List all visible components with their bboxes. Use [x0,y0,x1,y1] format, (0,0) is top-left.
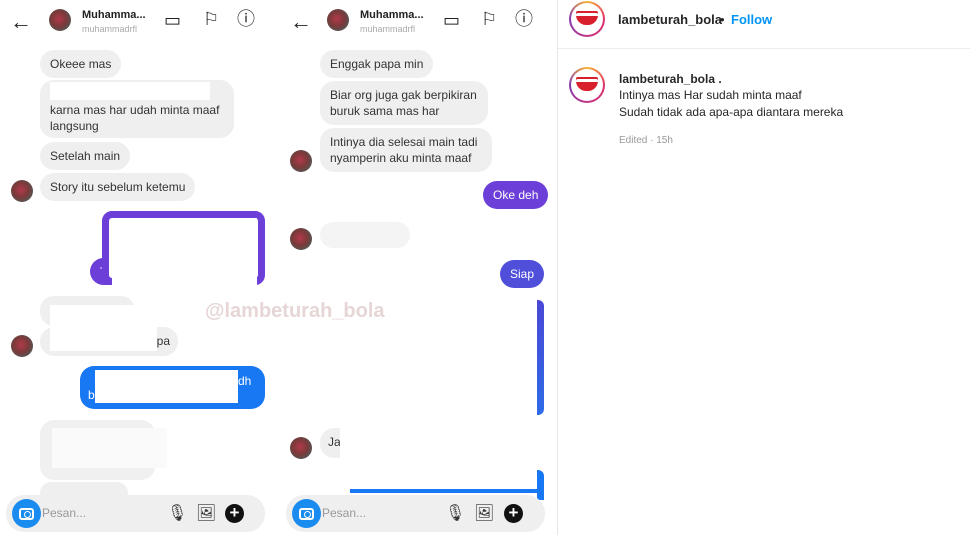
message-bubble: Ja [320,428,340,458]
message-text: pa [156,334,170,348]
comment-meta: Edited · 15h [619,135,673,146]
flag-icon[interactable]: ⚐ [203,9,219,29]
redaction [50,82,210,100]
info-icon[interactable]: ⓘ [237,9,255,29]
follow-button[interactable]: Follow [731,12,772,27]
message-bubble-sent: Siap [500,260,545,288]
plus-icon[interactable]: + [504,504,523,523]
message-bubble: Story itu sebelum ketemu [40,173,196,201]
microphone-icon[interactable]: 🎙 [167,503,187,523]
watermark: @lambeturah_bola [205,300,385,322]
chat-username: muhammadrfl [360,24,416,34]
chat-username: muhammadrfl [82,24,138,34]
chat-screen-left: ← Muhamma... muhammadrfl ▭ ⚐ ⓘ Okeee mas… [0,0,278,535]
gallery-icon[interactable]: 🖼 [474,503,494,523]
comment-username[interactable]: lambeturah_bola . [619,72,722,86]
message-bubble: Setelah main [40,142,131,170]
message-bubble: Enggak papa min [320,50,434,78]
avatar[interactable] [327,9,349,31]
video-call-icon[interactable]: ▭ [443,10,460,30]
separator-dot: • [720,12,725,27]
message-input-bar[interactable]: Pesan... 🎙 🖼 + [286,495,545,532]
message-bubble: Biar org juga gak berpikiran buruk sama … [320,81,488,125]
message-bubble: Okeee mas [40,50,122,78]
back-arrow-icon[interactable]: ← [290,9,312,35]
message-text: dh [238,374,252,388]
profile-avatar[interactable] [569,1,605,37]
comment-avatar[interactable] [569,67,605,103]
redaction [50,305,157,351]
message-input[interactable]: Pesan... [42,506,86,520]
message-bubble-sent-edge [537,470,544,500]
flag-icon[interactable]: ⚐ [481,9,497,29]
redaction [52,428,167,468]
post-header: lambeturah_bola • Follow [558,0,970,49]
avatar[interactable] [49,9,71,31]
plus-icon[interactable]: + [225,504,244,523]
message-bubble: Intinya dia selesai main tadi nyamperin … [320,128,492,172]
comment-line: Sudah tidak ada apa-apa diantara mereka [619,105,844,119]
avatar [11,335,33,357]
avatar [290,228,312,250]
post-username[interactable]: lambeturah_bola [618,12,722,27]
back-arrow-icon[interactable]: ← [10,9,32,35]
message-input-bar[interactable]: Pesan... 🎙 🖼 + [6,495,265,532]
video-call-icon[interactable]: ▭ [164,10,181,30]
message-text: karna mas har udah minta maaf langsung [50,103,220,133]
message-bubble-sent: Oke deh [483,181,549,209]
message-input[interactable]: Pesan... [322,506,366,520]
camera-icon[interactable] [12,499,41,528]
message-bubble-sent-edge [537,300,544,415]
post-panel: lambeturah_bola • Follow lambeturah_bola… [557,0,970,535]
message-text: b [88,388,95,402]
message-bubble [320,222,410,248]
chat-name: Muhamma... [82,9,146,21]
chat-name: Muhamma... [360,9,424,21]
redaction [112,218,257,288]
redaction [95,370,238,403]
info-icon[interactable]: ⓘ [515,9,533,29]
avatar [290,437,312,459]
avatar [290,150,312,172]
message-bubble-sent-edge [350,489,544,493]
comment-line: Intinya mas Har sudah minta maaf [619,88,802,102]
avatar [11,180,33,202]
chat-screen-right: ← Muhamma... muhammadrfl ▭ ⚐ ⓘ Enggak pa… [280,0,556,535]
microphone-icon[interactable]: 🎙 [445,503,465,523]
camera-icon[interactable] [292,499,321,528]
gallery-icon[interactable]: 🖼 [196,503,216,523]
